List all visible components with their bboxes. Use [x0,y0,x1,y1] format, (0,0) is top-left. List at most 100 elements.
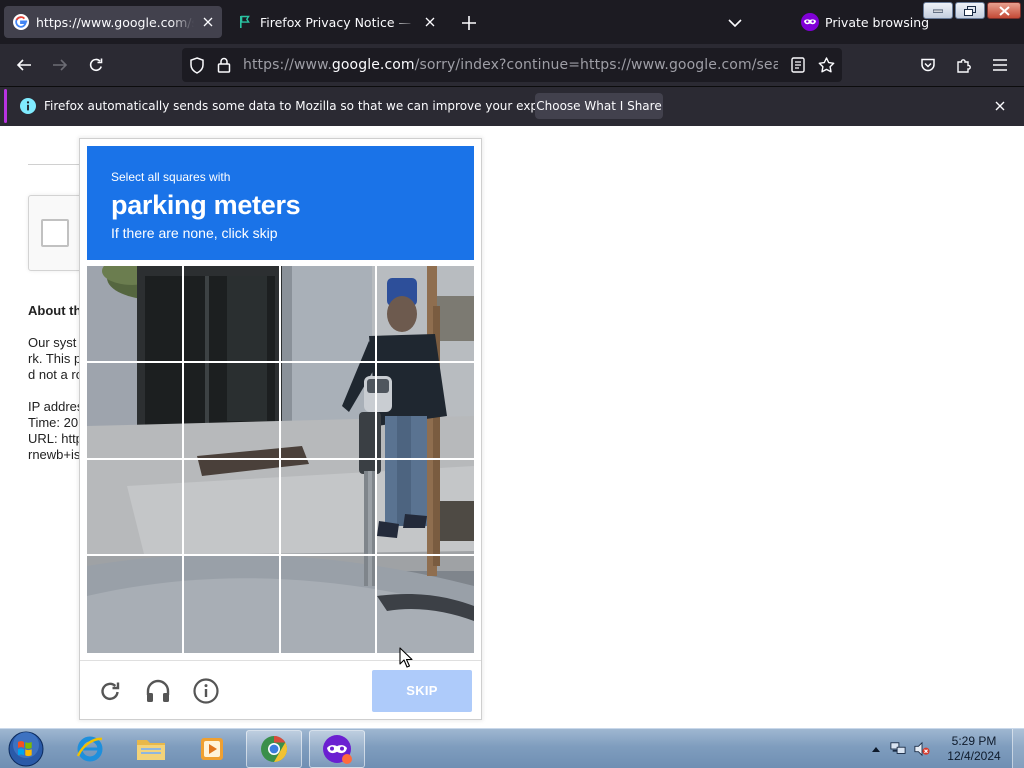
private-mask-icon [801,13,819,31]
close-window-button[interactable] [987,2,1021,19]
grid-tile[interactable] [281,556,378,653]
grid-tile[interactable] [87,266,184,363]
recaptcha-checkbox[interactable] [41,219,69,247]
time-line: Time: 20 [28,415,79,430]
mozilla-flag-icon [237,14,253,30]
restore-icon [964,5,976,16]
grid-tile[interactable] [183,459,281,557]
hamburger-menu-icon [993,59,1007,71]
new-tab-button[interactable] [459,13,479,33]
folder-icon [137,740,165,760]
back-button[interactable] [12,53,36,77]
choose-what-i-share-button[interactable]: Choose What I Share [535,93,663,119]
ip-address-line: IP addres [28,399,84,414]
bookmark-star-icon[interactable] [817,56,835,74]
browser-globe-icon [261,735,288,763]
help-button[interactable] [192,677,220,705]
url-continuation-line: rnewb+is [28,447,81,462]
volume-muted-tray-icon[interactable] [914,741,930,757]
tab-google-search[interactable]: https://www.google.com/search? [4,6,222,38]
grid-tile[interactable] [87,556,184,653]
window-controls [923,2,1021,19]
info-circle-icon [20,98,36,114]
list-all-tabs-button[interactable] [725,13,745,33]
notification-bar: Firefox automatically sends some data to… [0,86,1024,126]
challenge-image-grid [87,266,474,653]
reload-button[interactable] [84,53,108,77]
reload-challenge-button[interactable] [96,677,124,705]
network-tray-icon[interactable] [890,741,906,757]
about-heading: About th [28,303,82,318]
info-icon [193,678,219,704]
grid-tile[interactable] [183,362,281,460]
start-button[interactable] [6,730,46,768]
page-text-line: rk. This p [28,351,82,366]
google-g-icon [13,14,29,30]
close-tab-icon[interactable] [421,13,439,31]
footer-divider [80,660,481,661]
url-text[interactable]: https://www.google.com/sorry/index?conti… [243,56,778,74]
lock-icon[interactable] [215,56,233,74]
system-clock[interactable]: 5:29 PM 12/4/2024 [940,734,1008,764]
audio-challenge-button[interactable] [144,677,172,705]
url-line: URL: http [28,431,83,446]
restore-button[interactable] [955,2,985,19]
show-hidden-icons-button[interactable] [868,741,884,757]
extensions-button[interactable] [952,53,976,77]
show-desktop-button[interactable] [1012,729,1024,768]
reload-icon [101,682,120,701]
shield-icon[interactable] [188,56,206,74]
grid-tile[interactable] [377,363,474,460]
reload-icon [89,58,103,72]
taskbar-media-player[interactable] [184,730,240,768]
arrow-left-icon [16,59,31,71]
reader-view-icon[interactable] [789,56,807,74]
speaker-muted-icon [914,741,930,757]
grid-tile[interactable] [280,459,378,557]
address-bar[interactable]: https://www.google.com/sorry/index?conti… [182,48,842,82]
application-menu-button[interactable] [988,53,1012,77]
taskbar-firefox-private[interactable] [309,730,365,768]
recaptcha-challenge-dialog: Select all squares with parking meters I… [79,138,482,720]
grid-tile[interactable] [87,362,184,460]
chevron-up-icon [872,747,880,752]
url-prefix: https://www. [243,57,332,73]
instruction-hint: If there are none, click skip [111,225,278,241]
grid-tile[interactable] [183,266,281,363]
windows-start-orb-icon [8,731,44,767]
grid-tile[interactable] [377,460,474,557]
internet-explorer-icon [76,736,103,762]
grid-tile[interactable] [377,556,474,653]
url-host: google.com [331,57,415,73]
close-tab-icon[interactable] [199,13,217,31]
grid-tile[interactable] [280,266,378,363]
media-player-icon [201,738,223,760]
notification-accent [4,89,7,123]
instruction-target: parking meters [111,190,301,220]
skip-button[interactable]: SKIP [372,670,472,712]
tile-grid [87,266,474,653]
chevron-down-icon [728,19,742,28]
tab-title: https://www.google.com/search? [36,14,194,30]
minimize-icon [933,9,943,13]
grid-tile[interactable] [87,459,184,557]
pocket-icon [921,58,935,72]
close-notification-button[interactable] [992,98,1008,114]
grid-tile[interactable] [184,556,281,653]
taskbar-file-explorer[interactable] [123,730,179,768]
taskbar-chrome[interactable] [246,730,302,768]
minimize-button[interactable] [923,2,953,19]
grid-tile[interactable] [377,266,474,363]
private-browsing-indicator: Private browsing [801,12,929,32]
forward-button[interactable] [48,53,72,77]
grid-tile[interactable] [280,362,378,460]
notification-message: Firefox automatically sends some data to… [44,99,587,113]
headphones-icon [146,679,170,702]
navigation-toolbar: https://www.google.com/sorry/index?conti… [0,44,1024,86]
close-icon [998,5,1010,16]
pocket-button[interactable] [916,53,940,77]
tab-firefox-privacy-notice[interactable]: Firefox Privacy Notice — Mozilla [228,6,444,38]
plus-icon [462,16,476,30]
taskbar-internet-explorer[interactable] [62,730,118,768]
arrow-right-icon [53,59,68,71]
